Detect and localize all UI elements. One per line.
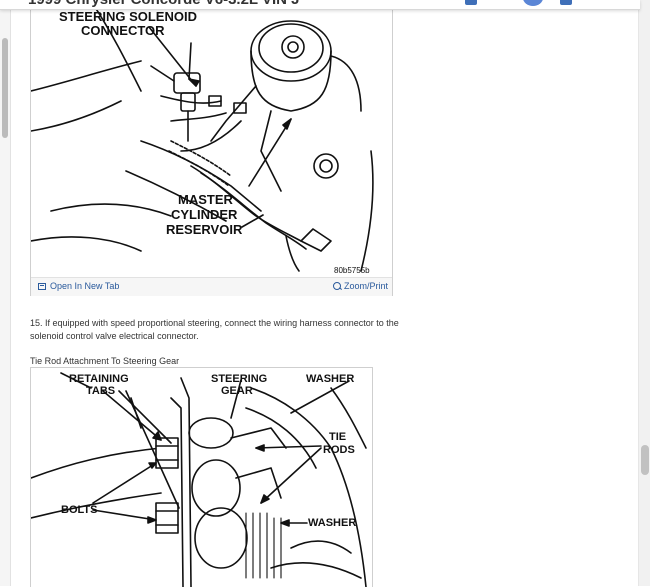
cylinder-label: CYLINDER	[171, 207, 238, 222]
left-scrollbar-thumb[interactable]	[2, 38, 8, 138]
open-in-new-tab-icon	[38, 282, 46, 290]
master-cylinder-figure: STEERING SOLENOID CONNECTOR MASTER CYLIN…	[30, 0, 393, 296]
page-scrollbar[interactable]	[638, 0, 650, 586]
connector-label: CONNECTOR	[81, 23, 165, 38]
master-label: MASTER	[178, 192, 234, 207]
tie-rod-figure: RETAINING TABS STEERING GEAR WASHER TIE …	[30, 367, 373, 587]
zoom-print-link[interactable]: Zoom/Print	[332, 281, 388, 291]
gear-label: GEAR	[221, 385, 253, 397]
step-15-text: 15. If equipped with speed proportional …	[30, 318, 399, 341]
page-title: 1999 Chrysler Concorde V6-3.2L VIN J	[28, 0, 300, 8]
steering-label: STEERING	[211, 373, 267, 385]
toolbar-icon[interactable]	[465, 0, 477, 5]
avatar[interactable]	[523, 0, 543, 6]
washer-bottom-label: WASHER	[308, 517, 356, 529]
steering-solenoid-label: STEERING SOLENOID	[59, 9, 197, 24]
open-in-new-tab-link[interactable]: Open In New Tab	[38, 281, 119, 291]
zoom-icon	[332, 282, 341, 290]
page-scrollbar-thumb[interactable]	[641, 445, 649, 475]
zoom-print-label: Zoom/Print	[343, 281, 388, 291]
bolts-label: BOLTS	[61, 504, 97, 516]
figure-toolbar: Open In New Tab Zoom/Print	[31, 277, 392, 296]
tie-label: TIE	[329, 431, 346, 443]
figure-caption: Tie Rod Attachment To Steering Gear	[30, 356, 180, 366]
rods-label: RODS	[323, 444, 355, 456]
top-toolbar: 1999 Chrysler Concorde V6-3.2L VIN J	[0, 0, 640, 10]
tabs-label: TABS	[86, 385, 115, 397]
washer-top-label: WASHER	[306, 373, 354, 385]
open-in-new-tab-label: Open In New Tab	[50, 281, 120, 291]
figure-code: 80b5755b	[334, 266, 370, 275]
left-panel-scrollbar[interactable]	[0, 0, 11, 586]
retaining-label: RETAINING	[69, 373, 129, 385]
share-icon[interactable]	[560, 0, 572, 5]
reservoir-label: RESERVOIR	[166, 222, 243, 237]
tie-rod-diagram: RETAINING TABS STEERING GEAR WASHER TIE …	[31, 372, 367, 587]
master-cylinder-diagram: STEERING SOLENOID CONNECTOR MASTER CYLIN…	[31, 1, 374, 275]
